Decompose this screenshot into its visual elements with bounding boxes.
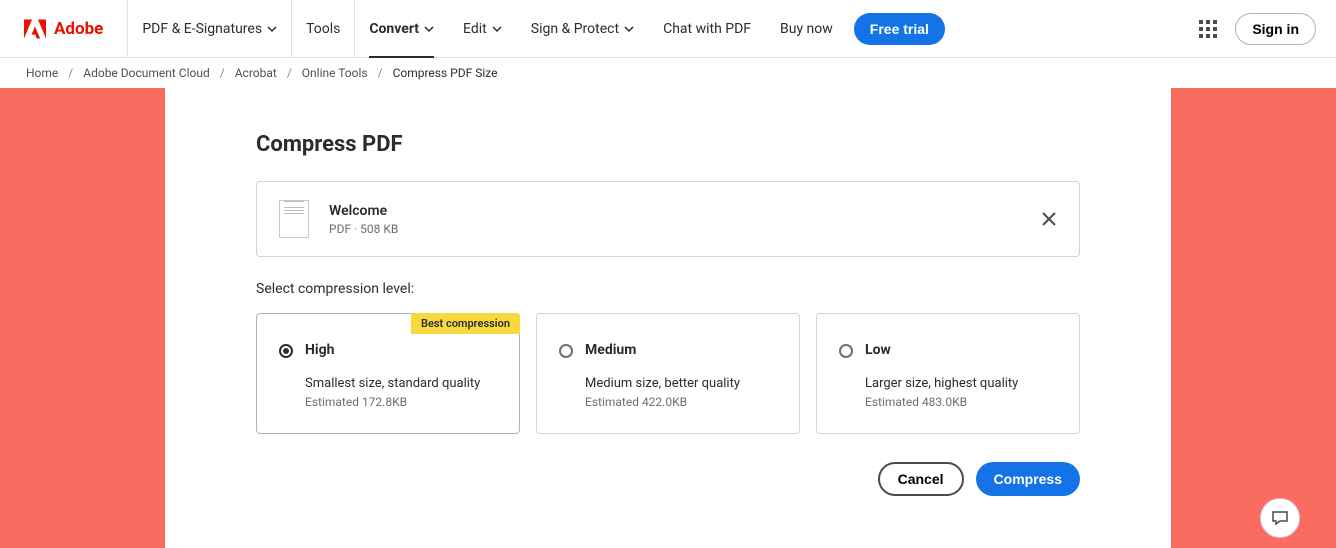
breadcrumb-sep: / <box>68 66 73 80</box>
breadcrumb-doc-cloud[interactable]: Adobe Document Cloud <box>83 66 210 80</box>
file-meta: PDF · 508 KB <box>329 222 1021 236</box>
breadcrumb-sep: / <box>220 66 225 80</box>
cancel-button[interactable]: Cancel <box>878 462 964 496</box>
option-title: High <box>305 342 480 358</box>
free-trial-button[interactable]: Free trial <box>854 13 945 45</box>
compress-button[interactable]: Compress <box>976 462 1080 496</box>
nav-label: Convert <box>369 21 419 37</box>
nav-items: PDF & E-Signatures Tools Convert Edit Si… <box>128 0 1199 57</box>
brand-section[interactable]: Adobe <box>0 0 128 57</box>
apps-grid-icon[interactable] <box>1199 20 1217 38</box>
nav-label: Edit <box>463 21 487 37</box>
nav-convert[interactable]: Convert <box>355 0 449 57</box>
chat-icon <box>1271 509 1289 527</box>
brand-name: Adobe <box>54 19 103 39</box>
option-title: Low <box>865 342 1018 358</box>
breadcrumb-online-tools[interactable]: Online Tools <box>302 66 368 80</box>
nav-edit[interactable]: Edit <box>449 0 517 57</box>
nav-label: Tools <box>306 21 340 37</box>
nav-label: Sign & Protect <box>531 21 619 37</box>
breadcrumb: Home / Adobe Document Cloud / Acrobat / Onl… <box>0 58 1336 88</box>
sign-in-button[interactable]: Sign in <box>1235 13 1316 45</box>
option-desc: Larger size, highest quality <box>865 376 1018 391</box>
file-thumb-icon <box>279 200 309 238</box>
section-label: Select compression level: <box>256 281 1080 297</box>
radio-medium[interactable] <box>559 344 573 358</box>
action-row: Cancel Compress <box>256 462 1080 496</box>
nav-label: Chat with PDF <box>663 21 751 37</box>
page-title: Compress PDF <box>256 132 1080 157</box>
content-card: Compress PDF Welcome PDF · 508 KB Select… <box>165 88 1171 548</box>
chevron-down-icon <box>624 24 634 34</box>
compression-options: Best compression High Smallest size, sta… <box>256 313 1080 434</box>
best-compression-badge: Best compression <box>411 313 520 334</box>
option-title: Medium <box>585 342 740 358</box>
nav-chat-pdf[interactable]: Chat with PDF <box>649 0 766 57</box>
nav-sign-protect[interactable]: Sign & Protect <box>517 0 649 57</box>
option-desc: Smallest size, standard quality <box>305 376 480 391</box>
option-high[interactable]: Best compression High Smallest size, sta… <box>256 313 520 434</box>
help-fab[interactable] <box>1260 498 1300 538</box>
option-estimate: Estimated 422.0KB <box>585 395 740 409</box>
nav-label: Buy now <box>780 21 833 37</box>
chevron-down-icon <box>267 24 277 34</box>
nav-pdf-esignatures[interactable]: PDF & E-Signatures <box>128 0 292 57</box>
breadcrumb-home[interactable]: Home <box>26 66 58 80</box>
option-estimate: Estimated 172.8KB <box>305 395 480 409</box>
breadcrumb-current: Compress PDF Size <box>393 66 498 80</box>
breadcrumb-sep: / <box>378 66 383 80</box>
option-estimate: Estimated 483.0KB <box>865 395 1018 409</box>
chevron-down-icon <box>492 24 502 34</box>
chevron-down-icon <box>424 24 434 34</box>
adobe-logo-icon <box>24 19 46 39</box>
file-card: Welcome PDF · 508 KB <box>256 181 1080 257</box>
radio-high[interactable] <box>279 344 293 358</box>
nav-label: PDF & E-Signatures <box>142 21 262 37</box>
nav-tools[interactable]: Tools <box>292 0 355 57</box>
breadcrumb-acrobat[interactable]: Acrobat <box>235 66 277 80</box>
file-name: Welcome <box>329 203 1021 219</box>
nav-buy-now[interactable]: Buy now <box>766 0 848 57</box>
option-desc: Medium size, better quality <box>585 376 740 391</box>
option-medium[interactable]: Medium Medium size, better quality Estim… <box>536 313 800 434</box>
file-info: Welcome PDF · 508 KB <box>329 203 1021 236</box>
close-icon[interactable] <box>1041 211 1057 227</box>
top-nav: Adobe PDF & E-Signatures Tools Convert E… <box>0 0 1336 58</box>
breadcrumb-sep: / <box>287 66 292 80</box>
radio-low[interactable] <box>839 344 853 358</box>
nav-right: Sign in <box>1199 13 1316 45</box>
page-bg: Compress PDF Welcome PDF · 508 KB Select… <box>0 88 1336 548</box>
option-low[interactable]: Low Larger size, highest quality Estimat… <box>816 313 1080 434</box>
